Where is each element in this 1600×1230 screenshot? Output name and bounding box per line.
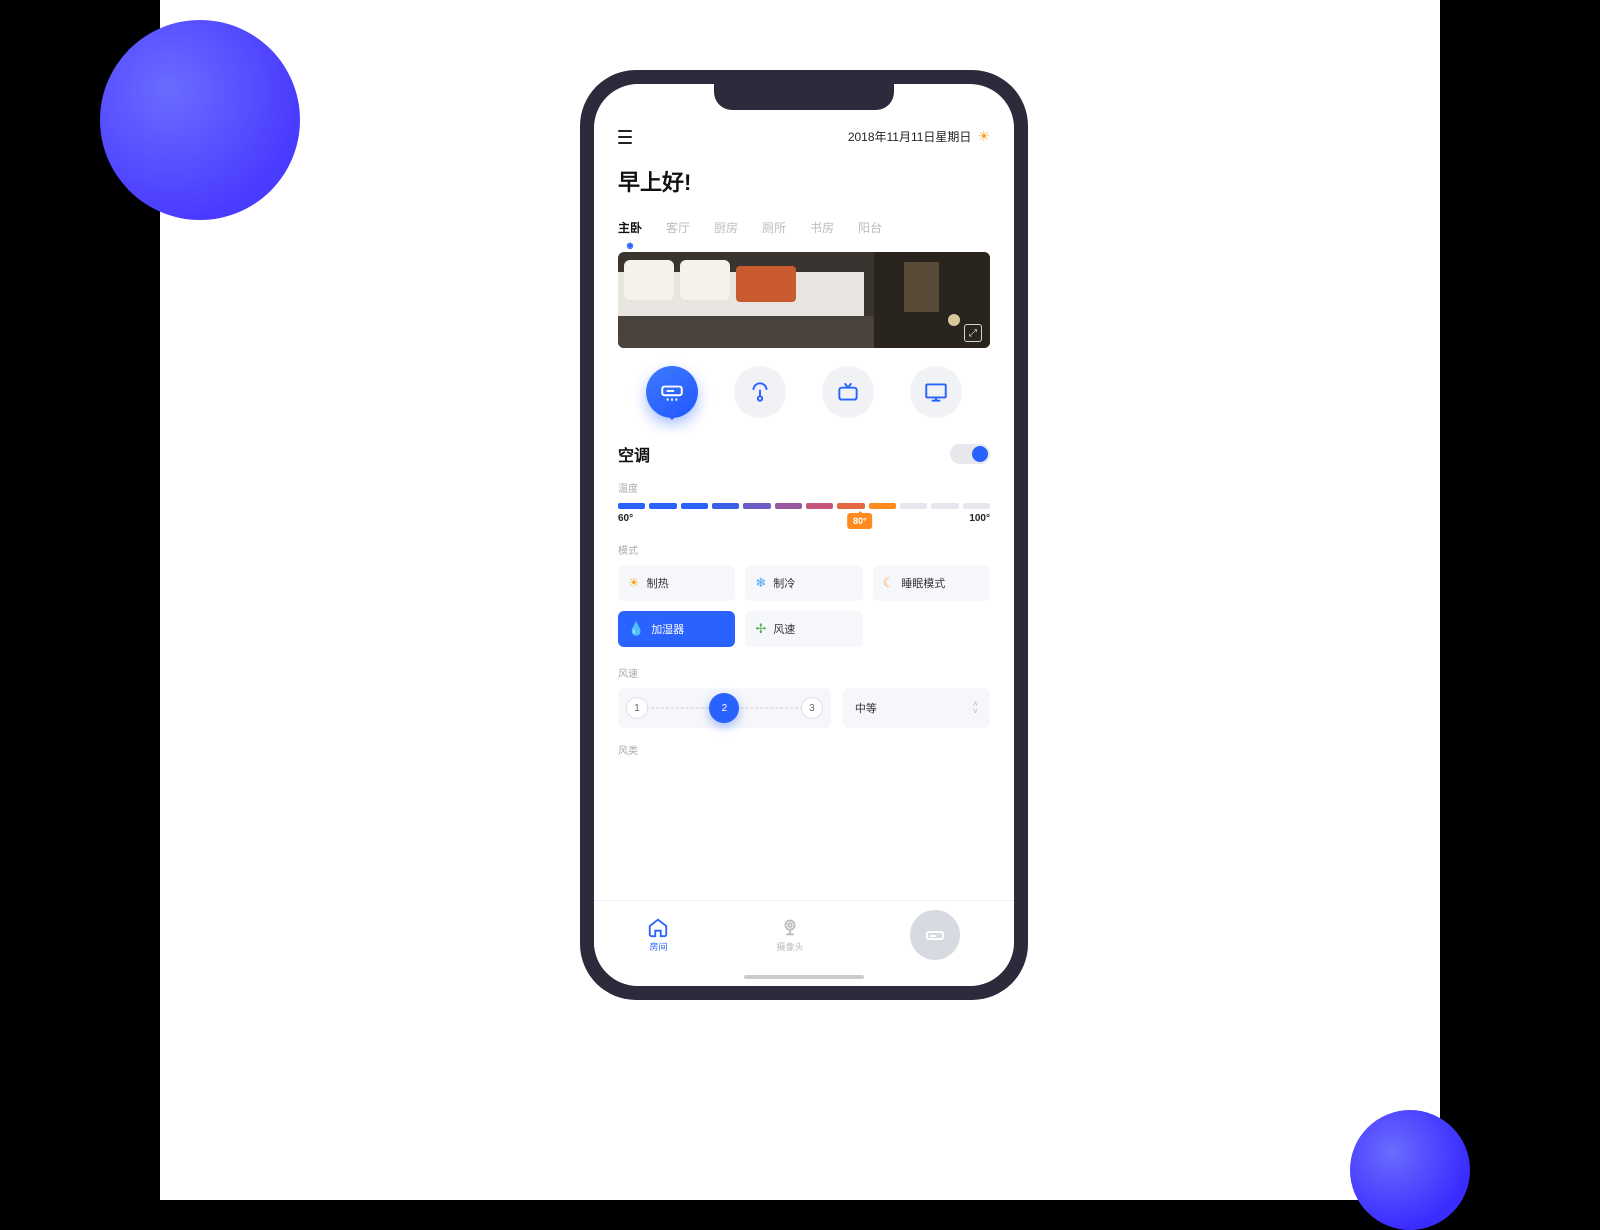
decoration-circle-top	[100, 20, 300, 220]
phone-frame: 2018年11月11日星期日 ☀ 早上好! 主卧客厅厨房厕所书房阳台	[580, 70, 1028, 1000]
ac-power-toggle[interactable]	[950, 444, 990, 464]
mode-label: 加湿器	[651, 621, 684, 637]
fan-step-1[interactable]: 1	[626, 697, 648, 719]
date-text: 2018年11月11日星期日	[848, 128, 972, 145]
room-tab-1[interactable]: 客厅	[666, 219, 690, 250]
phone-notch	[714, 84, 894, 110]
mode-label: 模式	[618, 542, 990, 557]
mode-button-1[interactable]: ❄ 制冷	[745, 565, 862, 601]
menu-icon[interactable]	[618, 130, 632, 144]
ac-section-title: 空调	[618, 442, 650, 466]
wind-type-label: 风类	[618, 742, 990, 757]
mode-button-3[interactable]: 💧 加湿器	[618, 611, 735, 647]
device-monitor-button[interactable]	[910, 366, 962, 418]
fan-speed-slider[interactable]: 1 2 3	[618, 688, 831, 728]
mode-icon: 💧	[628, 621, 644, 637]
temp-max: 100°	[969, 513, 990, 524]
device-lamp-button[interactable]	[734, 366, 786, 418]
weather-sun-icon: ☀	[977, 128, 990, 145]
temperature-label: 温度	[618, 480, 990, 495]
fan-label: 风速	[618, 665, 990, 680]
mode-label: 睡眠模式	[901, 575, 945, 591]
device-ac-button[interactable]	[646, 366, 698, 418]
nav-camera-label: 摄像头	[776, 940, 803, 953]
nav-room-label: 房间	[649, 940, 667, 953]
room-tab-2[interactable]: 厨房	[714, 219, 738, 250]
room-photo[interactable]	[618, 252, 990, 348]
mode-icon: ☀	[628, 575, 640, 591]
nav-room[interactable]: 房间	[647, 916, 669, 953]
mode-label: 制冷	[773, 575, 795, 591]
temp-current-badge: 80°	[847, 513, 873, 529]
room-tabs: 主卧客厅厨房厕所书房阳台	[618, 219, 990, 250]
mode-icon: ❄	[755, 575, 766, 591]
room-tab-0[interactable]: 主卧	[618, 219, 642, 250]
fan-step-3[interactable]: 3	[801, 697, 823, 719]
header-date: 2018年11月11日星期日 ☀	[848, 128, 990, 145]
home-indicator	[744, 975, 864, 979]
fan-speed-select[interactable]: 中等 ˄˅	[843, 688, 990, 728]
select-chevron-icon: ˄˅	[973, 701, 978, 715]
temperature-slider[interactable]	[618, 503, 990, 509]
nav-camera[interactable]: 摄像头	[776, 916, 803, 953]
greeting-text: 早上好!	[618, 165, 990, 197]
mode-label: 制热	[647, 575, 669, 591]
mode-icon: ☾	[883, 575, 895, 591]
mode-button-0[interactable]: ☀ 制热	[618, 565, 735, 601]
mode-button-2[interactable]: ☾ 睡眠模式	[873, 565, 990, 601]
expand-icon[interactable]	[964, 324, 982, 342]
temp-min: 60°	[618, 513, 633, 524]
mode-button-4[interactable]: ✢ 风速	[745, 611, 862, 647]
fan-select-value: 中等	[855, 700, 877, 716]
fan-step-2[interactable]: 2	[709, 693, 739, 723]
room-tab-3[interactable]: 厕所	[762, 219, 786, 250]
decoration-circle-bottom	[1350, 1110, 1470, 1230]
mode-grid: ☀ 制热 ❄ 制冷 ☾ 睡眠模式 💧 加湿器 ✢ 风速	[618, 565, 990, 647]
mode-label: 风速	[773, 621, 795, 637]
room-tab-4[interactable]: 书房	[810, 219, 834, 250]
mode-icon: ✢	[755, 621, 766, 637]
bottom-nav: 房间 摄像头	[594, 900, 1014, 986]
device-tv-button[interactable]	[822, 366, 874, 418]
nav-fab-button[interactable]	[910, 910, 960, 960]
phone-screen: 2018年11月11日星期日 ☀ 早上好! 主卧客厅厨房厕所书房阳台	[594, 84, 1014, 986]
room-tab-5[interactable]: 阳台	[858, 219, 882, 250]
device-selector	[618, 366, 990, 418]
